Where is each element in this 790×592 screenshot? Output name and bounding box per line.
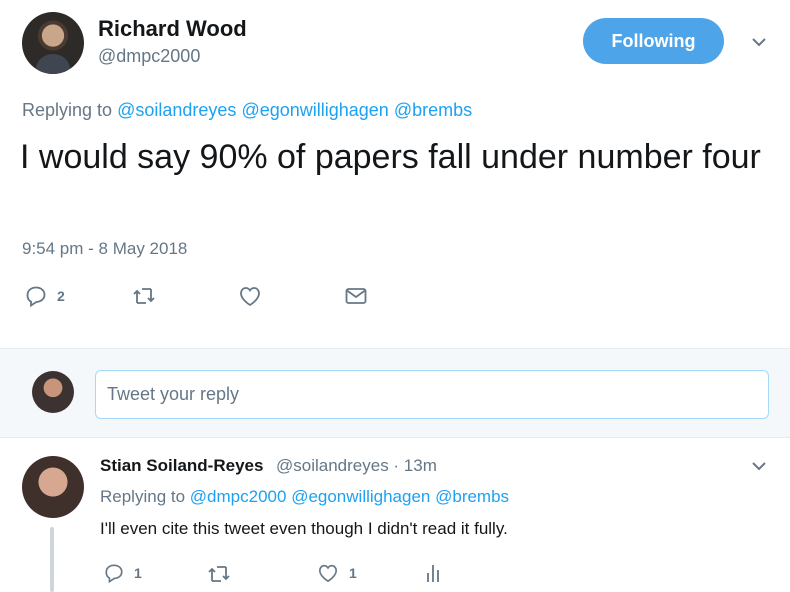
mention-link[interactable]: @brembs [435, 487, 509, 506]
mention-link[interactable]: @soilandreyes [117, 100, 236, 120]
direct-message-action[interactable] [345, 287, 367, 305]
mention-link[interactable]: @egonwillighagen [291, 487, 430, 506]
retweet-action[interactable] [207, 564, 231, 584]
author-handle[interactable]: @dmpc2000 [98, 46, 200, 67]
replying-to: Replying to @dmpc2000 @egonwillighagen @… [100, 487, 509, 507]
mention-link[interactable]: @egonwillighagen [241, 100, 388, 120]
mention-link[interactable]: @brembs [394, 100, 472, 120]
retweet-icon [208, 566, 230, 582]
reply-count: 2 [57, 288, 65, 304]
like-icon [318, 564, 338, 583]
like-action[interactable]: 1 [317, 563, 357, 583]
main-tweet: Richard Wood @dmpc2000 Following Replyin… [0, 0, 790, 348]
like-action[interactable] [238, 285, 262, 307]
replying-to: Replying to @soilandreyes @egonwillighag… [22, 100, 472, 121]
reply-action[interactable]: 2 [25, 285, 65, 307]
like-icon [240, 287, 260, 307]
replying-prefix: Replying to [22, 100, 113, 120]
avatar[interactable] [22, 12, 84, 74]
tweet-text: I'll even cite this tweet even though I … [100, 519, 508, 538]
analytics-action[interactable] [425, 563, 441, 583]
reply-input[interactable]: Tweet your reply [95, 370, 769, 419]
tweet-timestamp[interactable]: 9:54 pm - 8 May 2018 [22, 239, 187, 259]
chevron-down-icon[interactable] [752, 459, 766, 473]
replying-prefix: Replying to [100, 487, 186, 506]
like-count: 1 [349, 565, 357, 581]
current-user-avatar [32, 371, 74, 413]
direct-message-icon [345, 288, 367, 304]
tweet-text: I would say 90% of papers fall under num… [20, 138, 761, 176]
author-name[interactable]: Stian Soiland-Reyes [100, 456, 263, 476]
retweet-action[interactable] [132, 286, 156, 306]
author-handle[interactable]: @soilandreyes · 13m [276, 456, 437, 476]
reply-count: 1 [134, 565, 142, 581]
chevron-down-icon[interactable] [752, 35, 766, 49]
reply-action[interactable]: 1 [104, 563, 142, 583]
thread-connector [50, 527, 54, 592]
reply-icon [105, 564, 123, 583]
reply-tweet[interactable]: Stian Soiland-Reyes @soilandreyes · 13m … [0, 439, 790, 592]
mention-link[interactable]: @dmpc2000 [190, 487, 287, 506]
author-name[interactable]: Richard Wood [98, 16, 247, 42]
reply-composer: Tweet your reply [0, 348, 790, 438]
reply-icon [26, 286, 46, 307]
avatar[interactable] [22, 456, 84, 518]
following-button[interactable]: Following [583, 18, 724, 64]
retweet-icon [133, 288, 155, 304]
analytics-icon [427, 565, 439, 582]
